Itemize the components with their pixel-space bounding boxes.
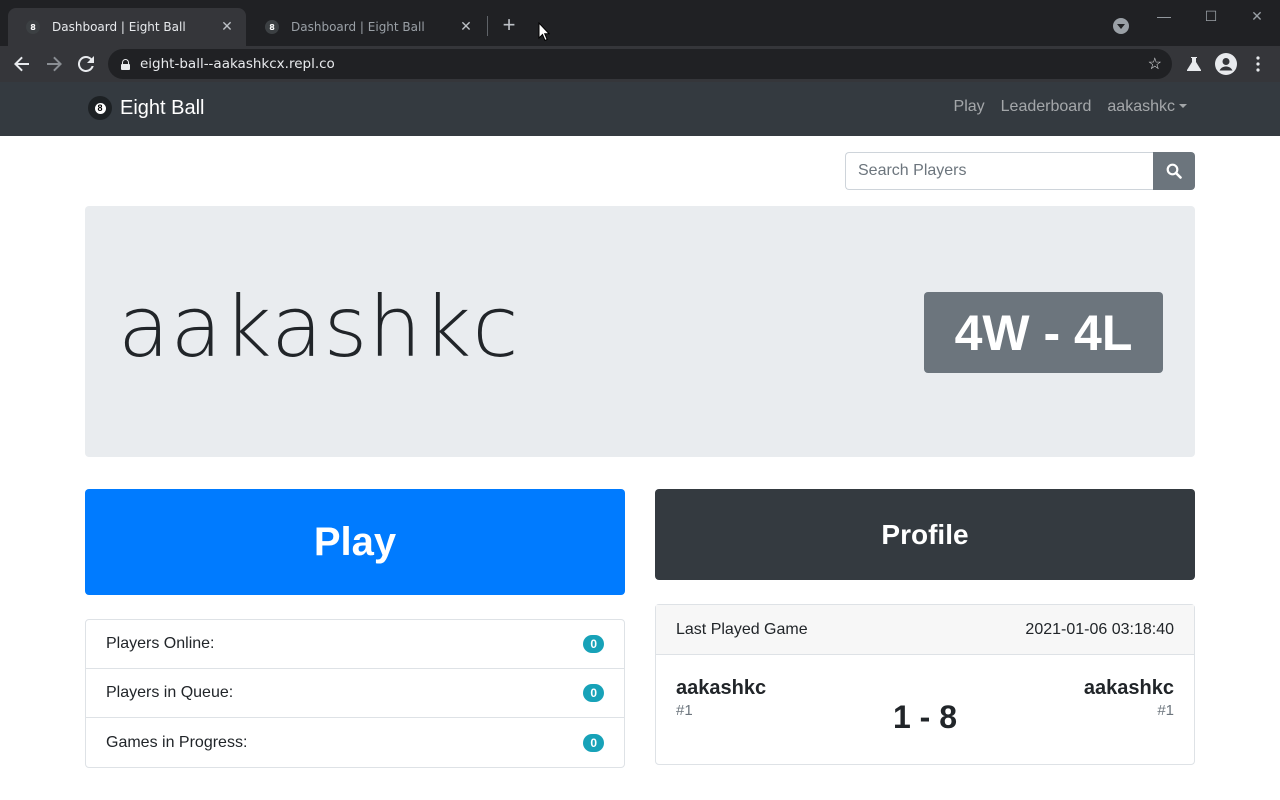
card-heading: Last Played Game xyxy=(676,620,808,638)
player-two: aakashkc #1 xyxy=(1084,677,1174,719)
address-bar[interactable]: eight-ball--aakashkcx.repl.co ☆ xyxy=(108,49,1172,79)
labs-flask-icon[interactable] xyxy=(1182,52,1206,76)
back-icon[interactable] xyxy=(8,50,36,78)
stat-label: Players in Queue: xyxy=(106,684,234,701)
maximize-icon[interactable]: ☐ xyxy=(1196,4,1226,28)
stat-label: Players Online: xyxy=(106,635,215,652)
tab-close-icon[interactable]: ✕ xyxy=(218,18,236,36)
user-dropdown-toggle[interactable]: aakashkc xyxy=(1107,98,1187,116)
forward-icon[interactable] xyxy=(40,50,68,78)
card-header: Last Played Game 2021-01-06 03:18:40 xyxy=(656,605,1194,655)
game-timestamp: 2021-01-06 03:18:40 xyxy=(1025,620,1174,638)
nav-play-link[interactable]: Play xyxy=(954,98,985,116)
reload-icon[interactable] xyxy=(72,50,100,78)
mouse-cursor-icon xyxy=(538,22,550,42)
player-one-name[interactable]: aakashkc xyxy=(676,677,766,700)
hero-username: aakashkc xyxy=(118,278,520,376)
browser-toolbar: eight-ball--aakashkcx.repl.co ☆ xyxy=(0,46,1280,82)
eight-ball-logo-icon: 8 xyxy=(88,96,112,120)
card-body: aakashkc #1 1 - 8 aakashkc #1 xyxy=(656,655,1194,765)
url-text: eight-ball--aakashkcx.repl.co xyxy=(140,56,335,72)
user-jumbotron: aakashkc 4W - 4L xyxy=(85,206,1195,457)
app-navbar: 8 Eight Ball Play Leaderboard aakashkc xyxy=(0,82,1280,136)
player-search-input[interactable] xyxy=(845,152,1153,190)
stats-list: Players Online: 0 Players in Queue: 0 Ga… xyxy=(85,619,625,768)
window-close-icon[interactable]: ✕ xyxy=(1242,4,1272,28)
eight-ball-favicon-icon xyxy=(265,20,279,34)
search-icon xyxy=(1166,163,1182,179)
profile-button[interactable]: Profile xyxy=(655,489,1195,580)
stat-label: Games in Progress: xyxy=(106,733,248,751)
brand-link[interactable]: 8 Eight Ball xyxy=(88,96,205,120)
tab-title: Dashboard | Eight Ball xyxy=(52,20,186,34)
tab-title: Dashboard | Eight Ball xyxy=(291,20,425,34)
tab-search-icon[interactable] xyxy=(1113,18,1129,34)
kebab-menu-icon[interactable] xyxy=(1246,52,1270,76)
player-search-form xyxy=(845,152,1195,190)
browser-tab-active[interactable]: Dashboard | Eight Ball ✕ xyxy=(8,8,246,46)
last-game-card: Last Played Game 2021-01-06 03:18:40 aak… xyxy=(655,604,1195,765)
player-two-name[interactable]: aakashkc xyxy=(1084,677,1174,700)
nav-leaderboard-link[interactable]: Leaderboard xyxy=(1001,98,1092,116)
list-item: Games in Progress: 0 xyxy=(86,718,624,767)
nav-links: Play Leaderboard aakashkc xyxy=(954,98,1187,116)
browser-tab-bar: Dashboard | Eight Ball ✕ Dashboard | Eig… xyxy=(0,0,1280,46)
count-badge: 0 xyxy=(583,635,604,653)
search-button[interactable] xyxy=(1153,152,1195,190)
eight-ball-favicon-icon xyxy=(26,20,40,34)
list-item: Players Online: 0 xyxy=(86,620,624,669)
bookmark-star-icon[interactable]: ☆ xyxy=(1148,54,1162,74)
tab-close-icon[interactable]: ✕ xyxy=(457,18,475,36)
lock-icon xyxy=(121,58,130,70)
profile-avatar-icon[interactable] xyxy=(1214,52,1238,76)
count-badge: 0 xyxy=(583,684,604,702)
list-item: Players in Queue: 0 xyxy=(86,669,624,718)
count-badge: 0 xyxy=(583,733,604,752)
tab-divider xyxy=(487,16,488,36)
play-button[interactable]: Play xyxy=(85,489,625,595)
brand-name: Eight Ball xyxy=(120,96,205,119)
player-two-rank: #1 xyxy=(1157,702,1174,719)
browser-tab[interactable]: Dashboard | Eight Ball ✕ xyxy=(247,8,485,46)
new-tab-icon[interactable]: + xyxy=(498,14,520,36)
win-loss-badge: 4W - 4L xyxy=(924,292,1163,373)
minimize-icon[interactable]: — xyxy=(1149,4,1179,28)
